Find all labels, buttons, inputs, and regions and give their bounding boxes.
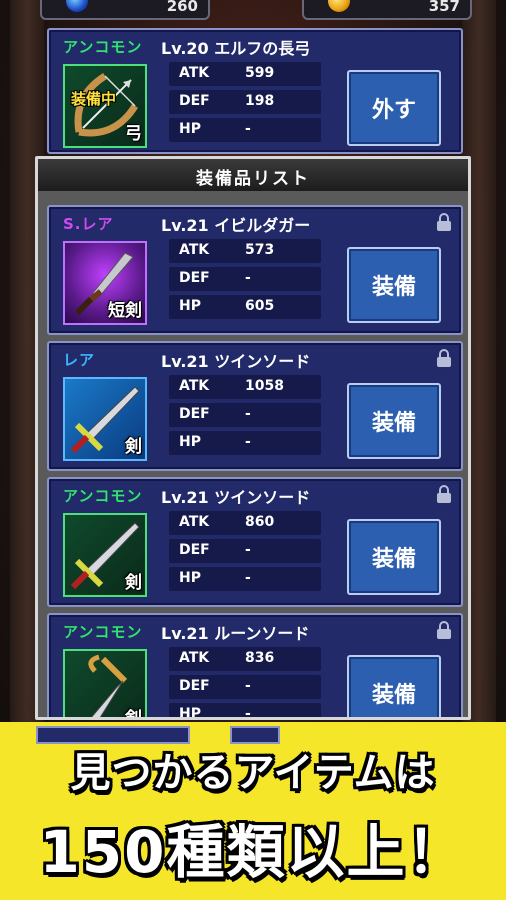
equipment-list[interactable]: 装備品リスト S.レア Lv.21 イビルダガー 短剣 ATK 573 DEF - … xyxy=(35,156,471,720)
weapon-type: 短剣 xyxy=(108,301,142,321)
stat-key: HP xyxy=(179,121,201,137)
coin-counter: 357 xyxy=(302,0,472,20)
stat-row: ATK 860 xyxy=(169,511,321,535)
stat-key: ATK xyxy=(179,65,210,81)
stat-row: DEF - xyxy=(169,403,321,427)
weapon-type: 剣 xyxy=(125,437,142,457)
lock-icon[interactable] xyxy=(437,213,451,231)
stat-row: ATK 573 xyxy=(169,239,321,263)
list-header: 装備品リスト xyxy=(38,159,468,191)
stat-value: 573 xyxy=(245,242,275,258)
unequip-button[interactable]: 外す xyxy=(347,70,441,146)
rarity-label: レア xyxy=(63,351,96,369)
stat-key: HP xyxy=(179,298,201,314)
lock-icon[interactable] xyxy=(437,349,451,367)
item-thumbnail: 剣 xyxy=(63,649,147,720)
stat-value: 1058 xyxy=(245,378,284,394)
lock-icon[interactable] xyxy=(437,621,451,639)
list-item[interactable]: アンコモン Lv.21 ツインソード 剣 ATK 860 DEF - HP - 装備 xyxy=(47,477,463,607)
stat-row: DEF 198 xyxy=(169,90,321,114)
list-title: 装備品リスト xyxy=(196,169,310,189)
stat-list: ATK 1058 DEF - HP - xyxy=(169,375,321,459)
stat-value: - xyxy=(245,270,251,286)
stat-row: DEF - xyxy=(169,539,321,563)
stat-key: HP xyxy=(179,434,201,450)
stat-row: HP 605 xyxy=(169,295,321,319)
stat-value: - xyxy=(245,121,251,137)
equip-button[interactable]: 装備 xyxy=(347,383,441,459)
stat-key: HP xyxy=(179,570,201,586)
lock-icon[interactable] xyxy=(437,485,451,503)
item-title: Lv.21 ツインソード xyxy=(161,488,311,507)
weapon-type: 剣 xyxy=(125,709,142,720)
stat-value: 198 xyxy=(245,93,275,109)
stat-row: DEF - xyxy=(169,267,321,291)
stat-row: HP - xyxy=(169,431,321,455)
equipped-badge: 装備中 xyxy=(71,90,117,108)
stat-key: ATK xyxy=(179,242,210,258)
item-thumbnail: 剣 xyxy=(63,513,147,597)
stat-row: HP - xyxy=(169,703,321,720)
coin-icon xyxy=(328,0,350,12)
stat-list: ATK 860 DEF - HP - xyxy=(169,511,321,595)
banner-line-2: 150種類以上！ xyxy=(39,818,467,886)
stat-key: DEF xyxy=(179,93,210,109)
stat-value: 836 xyxy=(245,650,275,666)
stat-key: ATK xyxy=(179,650,210,666)
item-title: Lv.21 ツインソード xyxy=(161,352,311,371)
banner-line-1: 見つかるアイテムは xyxy=(70,750,436,796)
stat-key: DEF xyxy=(179,542,210,558)
item-title: Lv.21 ルーンソード xyxy=(161,624,310,643)
stat-row: ATK 599 xyxy=(169,62,321,86)
stat-row: HP - xyxy=(169,567,321,591)
equipped-item-card: アンコモン Lv.20 エルフの長弓 装備中 弓 ATK 599 DEF 198 H… xyxy=(47,28,463,154)
stat-list: ATK 836 DEF - HP - xyxy=(169,647,321,720)
stat-key: DEF xyxy=(179,406,210,422)
stat-value: - xyxy=(245,406,251,422)
stat-value: - xyxy=(245,570,251,586)
stat-list: ATK 599 DEF 198 HP - xyxy=(169,62,321,146)
equip-button[interactable]: 装備 xyxy=(347,655,441,717)
item-title: Lv.21 イビルダガー xyxy=(161,216,311,235)
stat-row: ATK 836 xyxy=(169,647,321,671)
coin-count: 357 xyxy=(428,0,460,15)
rarity-label: S.レア xyxy=(63,215,114,233)
stat-value: - xyxy=(245,706,251,720)
stat-list: ATK 573 DEF - HP 605 xyxy=(169,239,321,323)
stat-key: DEF xyxy=(179,270,210,286)
item-thumbnail: 装備中 弓 xyxy=(63,64,147,148)
gem-counter: 260 xyxy=(40,0,210,20)
list-item[interactable]: S.レア Lv.21 イビルダガー 短剣 ATK 573 DEF - HP 605 装… xyxy=(47,205,463,335)
rarity-label: アンコモン xyxy=(63,487,143,505)
stat-key: ATK xyxy=(179,514,210,530)
stat-value: 860 xyxy=(245,514,275,530)
stat-row: DEF - xyxy=(169,675,321,699)
stat-value: - xyxy=(245,542,251,558)
stat-value: 599 xyxy=(245,65,275,81)
stat-key: ATK xyxy=(179,378,210,394)
rarity-label: アンコモン xyxy=(63,38,143,56)
gem-count: 260 xyxy=(166,0,198,15)
stat-value: - xyxy=(245,678,251,694)
equip-button[interactable]: 装備 xyxy=(347,247,441,323)
weapon-type: 剣 xyxy=(125,573,142,593)
list-item[interactable]: アンコモン Lv.21 ルーンソード 剣 ATK 836 DEF - HP - 装備 xyxy=(47,613,463,720)
stat-key: DEF xyxy=(179,678,210,694)
list-item[interactable]: レア Lv.21 ツインソード 剣 ATK 1058 DEF - HP - 装備 xyxy=(47,341,463,471)
stat-row: ATK 1058 xyxy=(169,375,321,399)
equip-button[interactable]: 装備 xyxy=(347,519,441,595)
weapon-type: 弓 xyxy=(125,124,142,144)
rarity-label: アンコモン xyxy=(63,623,143,641)
item-title: Lv.20 エルフの長弓 xyxy=(161,39,311,58)
item-thumbnail: 剣 xyxy=(63,377,147,461)
gem-icon xyxy=(66,0,88,12)
stat-value: 605 xyxy=(245,298,275,314)
stat-key: HP xyxy=(179,706,201,720)
item-thumbnail: 短剣 xyxy=(63,241,147,325)
stat-row: HP - xyxy=(169,118,321,142)
stat-value: - xyxy=(245,434,251,450)
